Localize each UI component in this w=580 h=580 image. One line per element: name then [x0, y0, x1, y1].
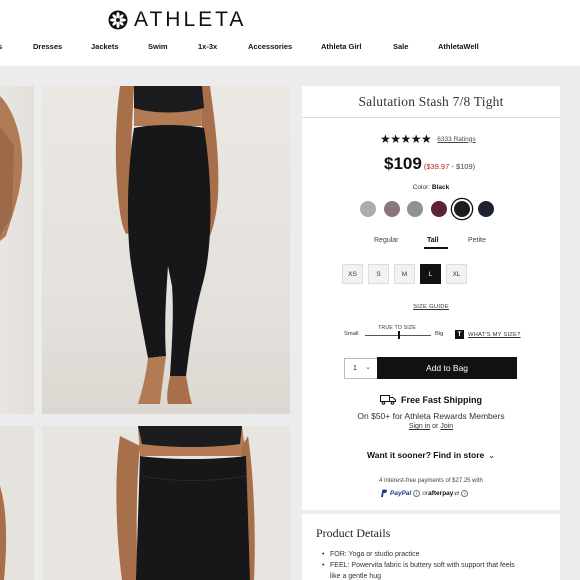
- size-selector: XS S M L XL: [342, 264, 472, 284]
- product-image-left-top[interactable]: [0, 86, 34, 414]
- find-in-store-toggle[interactable]: Want it sooner? Find in store ⌄: [302, 450, 560, 460]
- chevron-down-icon: ⌄: [488, 451, 495, 460]
- nav-item-jackets[interactable]: Jackets: [91, 42, 119, 51]
- join-link[interactable]: Join: [440, 423, 453, 430]
- main-nav: s Dresses Jackets Swim 1x-3x Accessories…: [0, 42, 580, 56]
- swatch-black[interactable]: [454, 201, 470, 217]
- product-info-panel: Salutation Stash 7/8 Tight ★★★★★ 6333 Ra…: [302, 86, 560, 510]
- nav-item-dresses[interactable]: Dresses: [33, 42, 62, 51]
- size-xl[interactable]: XL: [446, 264, 467, 284]
- list-item: like a gentle hug: [330, 573, 381, 580]
- fit-slider-small-label: Small: [344, 331, 359, 337]
- athleta-flower-logo-icon: [108, 10, 128, 30]
- model-back-view-illustration: [115, 86, 219, 404]
- swatch-navy[interactable]: [477, 201, 494, 217]
- nav-item-s[interactable]: s: [0, 42, 2, 51]
- site-header: ATHLETA s Dresses Jackets Swim 1x-3x Acc…: [0, 0, 580, 66]
- price: $109: [384, 154, 422, 173]
- chevron-down-icon: ⌄: [365, 364, 371, 371]
- ratings-link[interactable]: 6333 Ratings: [437, 136, 475, 143]
- fit-regular[interactable]: Regular: [374, 237, 399, 244]
- price-row: $109 ($39.97 - $109): [384, 154, 475, 174]
- product-details-title: Product Details: [316, 526, 391, 540]
- product-title: Salutation Stash 7/8 Tight: [358, 93, 504, 109]
- nav-item-accessories[interactable]: Accessories: [248, 42, 292, 51]
- brand-logo[interactable]: ATHLETA: [108, 8, 246, 32]
- quantity-value: 1: [353, 365, 357, 372]
- size-l[interactable]: L: [420, 264, 441, 284]
- product-image-left-bottom[interactable]: [0, 426, 34, 580]
- quantity-select[interactable]: 1 ⌄: [344, 358, 378, 379]
- rating-row: ★★★★★ 6333 Ratings: [380, 132, 476, 146]
- info-icon[interactable]: i: [413, 490, 421, 497]
- true-to-size-label: TRUE TO SIZE: [378, 325, 416, 331]
- afterpay-arrows-icon: ⇄: [454, 491, 460, 497]
- list-item: FEEL: Powervita fabric is buttery soft w…: [322, 560, 554, 571]
- add-to-bag-button[interactable]: Add to Bag: [377, 357, 517, 379]
- installments-text: 4 interest-free payments of $27.25 with: [379, 478, 483, 484]
- nav-item-sale[interactable]: Sale: [393, 42, 408, 51]
- size-m[interactable]: M: [394, 264, 415, 284]
- nav-item-1x-3x[interactable]: 1x-3x: [198, 42, 217, 51]
- truck-icon: [379, 395, 396, 405]
- nav-item-swim[interactable]: Swim: [148, 42, 168, 51]
- nav-item-athleta-girl[interactable]: Athleta Girl: [321, 42, 361, 51]
- list-item: FOR: Yoga or studio practice: [322, 549, 554, 560]
- product-details-section: Product Details FOR: Yoga or studio prac…: [302, 514, 560, 580]
- selected-color-name: Black: [431, 184, 450, 191]
- shipping-subtitle: On $50+ for Athleta Rewards Members: [357, 411, 505, 421]
- whats-my-size-link[interactable]: WHAT'S MY SIZE?: [468, 332, 521, 338]
- model-front-view-illustration: [116, 426, 255, 580]
- size-s[interactable]: S: [368, 264, 389, 284]
- fit-selected-underline: [424, 247, 448, 249]
- size-xs[interactable]: XS: [342, 264, 363, 284]
- fit-slider-big-label: Big: [435, 331, 444, 337]
- product-image-detail[interactable]: [42, 426, 290, 580]
- product-image-main[interactable]: [42, 86, 290, 414]
- sign-in-link[interactable]: Sign in: [409, 423, 430, 430]
- color-swatches: [360, 201, 501, 217]
- swatch-sage[interactable]: [407, 201, 423, 217]
- brand-name: ATHLETA: [134, 8, 247, 31]
- info-icon[interactable]: i: [461, 490, 469, 497]
- product-title-box: Salutation Stash 7/8 Tight: [302, 86, 560, 118]
- size-guide-link[interactable]: SIZE GUIDE: [302, 304, 560, 310]
- payment-logos: PayPal i or afterpay ⇄ i: [380, 489, 470, 498]
- nav-item-athletawell[interactable]: AthletaWell: [438, 42, 479, 51]
- fit-petite[interactable]: Petite: [468, 237, 486, 244]
- fit-tall[interactable]: Tall: [427, 237, 439, 244]
- star-rating-icon: ★★★★★: [380, 132, 432, 146]
- product-details-list: FOR: Yoga or studio practice FEEL: Power…: [322, 549, 554, 580]
- shipping-row: Free Fast Shipping: [302, 394, 560, 405]
- color-label: Color: Black: [412, 184, 450, 191]
- true-fit-logo-icon: T: [455, 330, 464, 339]
- swatch-mauve[interactable]: [383, 201, 400, 217]
- shipping-title: Free Fast Shipping: [400, 394, 482, 405]
- fit-slider-marker: [398, 331, 400, 339]
- price-range: ($39.97 - $109): [423, 162, 476, 171]
- swatch-gray[interactable]: [360, 201, 376, 217]
- swatch-burgundy[interactable]: [430, 201, 447, 217]
- shipping-links: Sign in or Join: [408, 423, 454, 430]
- paypal-logo-icon: [381, 489, 387, 497]
- afterpay-label[interactable]: afterpay: [428, 490, 453, 497]
- paypal-label[interactable]: PayPal: [390, 490, 411, 497]
